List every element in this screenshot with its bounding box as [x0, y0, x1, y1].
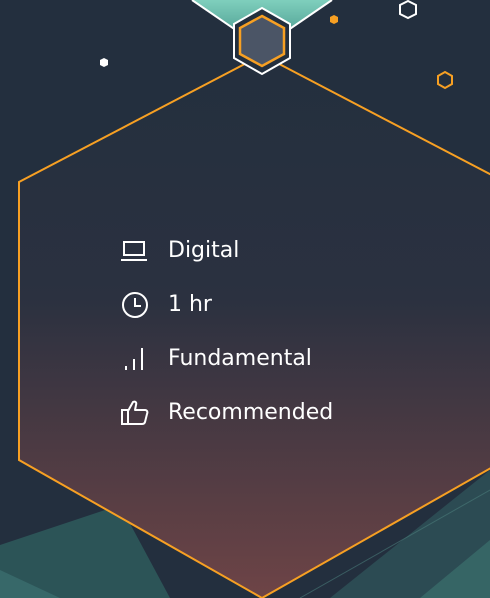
- clock-icon: [120, 288, 154, 322]
- laptop-icon: [120, 234, 154, 268]
- detail-delivery: Digital: [120, 224, 420, 278]
- particle-orange-dot: [330, 15, 338, 24]
- detail-duration-label: 1 hr: [168, 292, 212, 317]
- detail-duration: 1 hr: [120, 278, 420, 332]
- small-hexagon-inner: [238, 14, 286, 68]
- course-card: Digital 1 hr Fundamental Recommended: [0, 0, 490, 598]
- detail-level-label: Fundamental: [168, 346, 312, 371]
- thumbs-up-icon: [120, 396, 154, 430]
- detail-level: Fundamental: [120, 332, 420, 386]
- particle-white-dot: [100, 58, 108, 67]
- particle-orange-hex: [437, 70, 453, 90]
- detail-recommendation: Recommended: [120, 386, 420, 440]
- signal-bars-icon: [120, 342, 154, 376]
- detail-delivery-label: Digital: [168, 238, 240, 263]
- detail-recommendation-label: Recommended: [168, 400, 334, 425]
- particle-white-hex: [399, 0, 417, 20]
- course-details-list: Digital 1 hr Fundamental Recommended: [120, 224, 420, 440]
